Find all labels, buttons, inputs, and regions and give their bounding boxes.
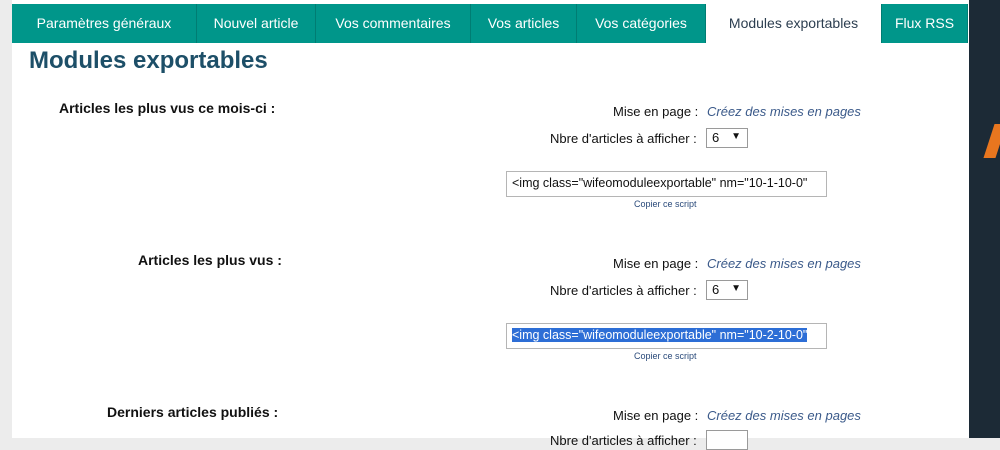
dropdown-arrow-icon: ▼: [731, 131, 741, 142]
background-strip: [969, 0, 1000, 438]
tab-bar: Paramètres généraux Nouvel article Vos c…: [12, 4, 968, 43]
layout-label: Mise en page :: [613, 104, 699, 119]
script-text: <img class="wifeomoduleexportable" nm="1…: [512, 176, 808, 190]
tab-nouvel-article[interactable]: Nouvel article: [197, 4, 316, 43]
create-layout-link[interactable]: Créez des mises en pages: [707, 256, 861, 271]
background-accent-shape: [983, 124, 1000, 158]
layout-label: Mise en page :: [613, 408, 699, 423]
article-count-label: Nbre d'articles à afficher :: [550, 131, 697, 146]
create-layout-link[interactable]: Créez des mises en pages: [707, 104, 861, 119]
module-title: Articles les plus vus ce mois-ci :: [59, 100, 276, 116]
script-field[interactable]: <img class="wifeomoduleexportable" nm="1…: [506, 171, 827, 197]
module-title: Derniers articles publiés :: [107, 404, 279, 420]
tab-modules-exportables[interactable]: Modules exportables: [706, 4, 882, 43]
script-text-selected: <img class="wifeomoduleexportable" nm="1…: [512, 328, 808, 342]
tab-vos-articles[interactable]: Vos articles: [471, 4, 577, 43]
article-count-value: 6: [712, 130, 720, 145]
article-count-select[interactable]: 6 ▼: [706, 128, 748, 148]
article-count-value: 6: [712, 282, 720, 297]
script-field[interactable]: <img class="wifeomoduleexportable" nm="1…: [506, 323, 827, 349]
tab-vos-categories[interactable]: Vos catégories: [577, 4, 706, 43]
create-layout-link[interactable]: Créez des mises en pages: [707, 408, 861, 423]
dropdown-arrow-icon: ▼: [731, 283, 741, 294]
page-title: Modules exportables: [29, 47, 268, 74]
article-count-label: Nbre d'articles à afficher :: [550, 433, 697, 448]
article-count-select[interactable]: 6 ▼: [706, 280, 748, 300]
article-count-label: Nbre d'articles à afficher :: [550, 283, 697, 298]
tab-vos-commentaires[interactable]: Vos commentaires: [316, 4, 471, 43]
module-title: Articles les plus vus :: [138, 252, 282, 268]
tab-flux-rss[interactable]: Flux RSS: [882, 4, 968, 43]
article-count-select[interactable]: [706, 430, 748, 450]
tab-parametres-generaux[interactable]: Paramètres généraux: [12, 4, 197, 43]
layout-label: Mise en page :: [613, 256, 699, 271]
copy-script-link[interactable]: Copier ce script: [634, 351, 697, 361]
copy-script-link[interactable]: Copier ce script: [634, 199, 697, 209]
